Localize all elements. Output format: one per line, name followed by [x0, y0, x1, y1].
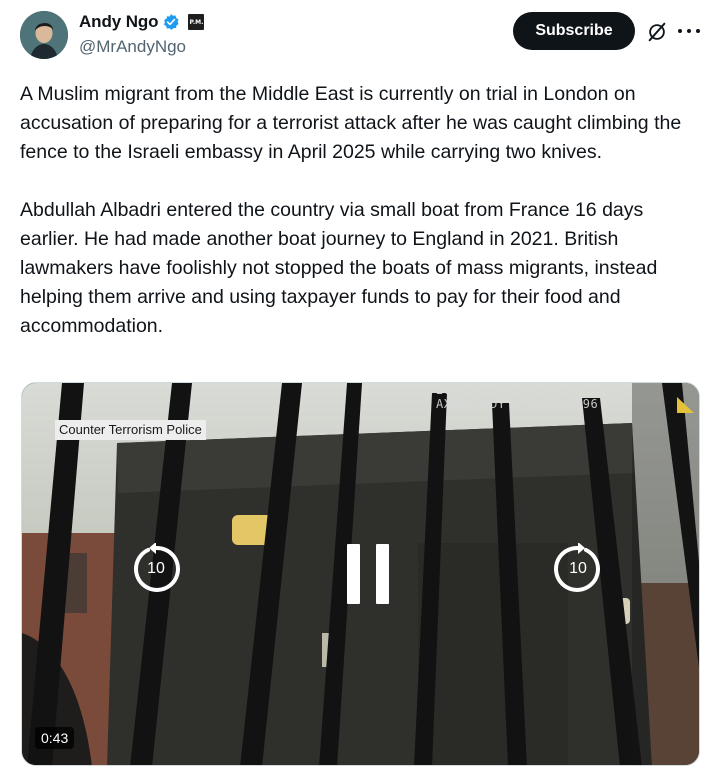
rewind-10-button[interactable]: 10	[130, 542, 182, 595]
post-paragraph: A Muslim migrant from the Middle East is…	[20, 83, 682, 163]
subscribe-button[interactable]: Subscribe	[513, 12, 635, 50]
pause-button[interactable]	[347, 544, 389, 604]
affiliation-badge-icon[interactable]: P.M.	[188, 14, 205, 30]
author-name-row: Andy Ngo P.M.	[79, 12, 205, 32]
video-player[interactable]: 2025-04-28 15:11:18 +0100 AXON BODY 3 X6…	[21, 382, 700, 766]
video-overlay-label: Counter Terrorism Police	[55, 420, 206, 440]
avatar[interactable]	[20, 11, 68, 59]
verified-badge-icon	[162, 13, 180, 31]
grok-icon[interactable]	[646, 21, 668, 43]
video-duration: 0:43	[35, 727, 75, 749]
post-paragraph: Abdullah Albadri entered the country via…	[20, 199, 658, 337]
author-display-name[interactable]: Andy Ngo	[79, 12, 159, 32]
author-handle[interactable]: @MrAndyNgo	[79, 37, 186, 57]
camera-stamp-line1: 2025-04-28 15:11:18 +0100	[436, 383, 630, 397]
pause-icon-bar	[376, 544, 389, 604]
post-header: Andy Ngo P.M. @MrAndyNgo Subscribe	[0, 0, 722, 72]
more-icon[interactable]	[678, 22, 700, 40]
rewind-seconds: 10	[147, 560, 165, 577]
camera-timestamp: 2025-04-28 15:11:18 +0100 AXON BODY 3 X6…	[436, 383, 629, 411]
pause-icon-bar	[347, 544, 360, 604]
forward-seconds: 10	[569, 560, 587, 577]
post-text: A Muslim migrant from the Middle East is…	[20, 80, 704, 341]
forward-10-button[interactable]: 10	[552, 542, 604, 595]
camera-stamp-line2: AXON BODY 3 X60A2B696	[436, 397, 599, 411]
